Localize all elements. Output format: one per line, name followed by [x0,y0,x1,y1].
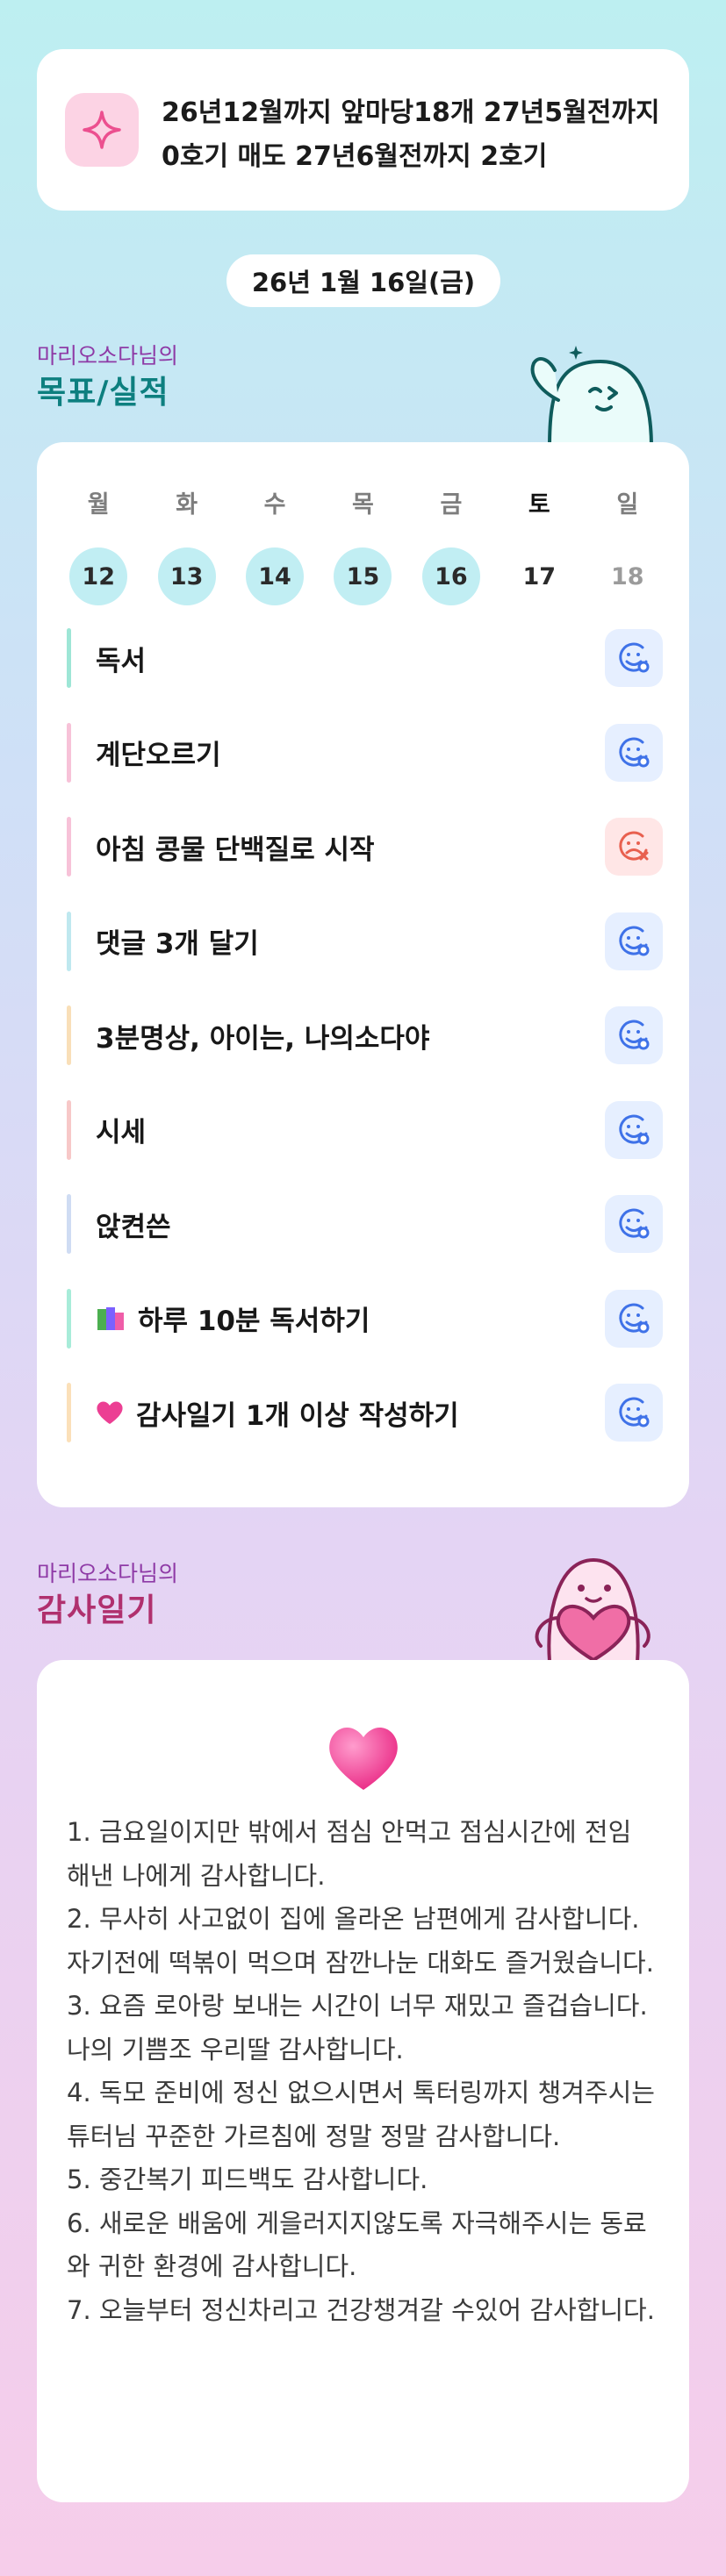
gratitude-line: 3. 요즘 로아랑 보내는 시간이 너무 재밌고 즐겁습니다. 나의 기쁨조 우… [67,1991,648,2064]
task-row[interactable]: 앉켠쓴 [67,1194,663,1254]
task-row[interactable]: 계단오르기 [67,722,663,783]
task-row[interactable]: 아침 콩물 단백질로 시작 [67,817,663,877]
task-row[interactable]: 하루 10분 독서하기 [67,1288,663,1349]
task-color-bar [67,1194,71,1254]
task-row[interactable]: 3분명상, 아이는, 나의소다야 [67,1005,663,1065]
day-tue[interactable]: 화 13 [142,486,230,605]
day-number: 12 [69,547,128,605]
task-row[interactable]: 시세 [67,1099,663,1160]
day-mon[interactable]: 월 12 [54,486,142,605]
smile-status-icon[interactable] [605,1289,663,1348]
task-color-bar [67,1288,71,1349]
heart-icon [96,1399,124,1426]
gratitude-line: 6. 새로운 배움에 게을러지지않도록 자극해주시는 동료와 귀한 환경에 감사… [67,2207,647,2282]
mascot-heart-illustration [523,1551,660,1665]
day-wed[interactable]: 수 14 [231,486,319,605]
task-label: 계단오르기 [96,733,605,772]
date-pill: 26년 1월 16일(금) [226,254,500,307]
task-label: 시세 [96,1110,605,1149]
day-name: 목 [352,491,374,519]
gratitude-line: 2. 무사히 사고없이 집에 올라온 남편에게 감사합니다. 자기전에 떡볶이 … [67,1904,654,1978]
day-name: 토 [528,491,550,519]
books-icon [96,1306,126,1332]
gratitude-section-subtitle: 마리오소다님의 [37,1561,179,1586]
task-text: 계단오르기 [96,740,221,771]
task-text: 하루 10분 독서하기 [138,1306,370,1337]
day-thu[interactable]: 목 15 [319,486,406,605]
task-row[interactable]: 감사일기 1개 이상 작성하기 [67,1383,663,1442]
task-label: 감사일기 1개 이상 작성하기 [96,1393,605,1433]
task-text: 3분명상, 아이는, 나의소다야 [96,1022,430,1055]
day-number: 17 [522,562,557,590]
smile-status-icon[interactable] [605,1006,663,1064]
task-color-bar [67,1005,71,1065]
smile-status-icon[interactable] [605,629,663,687]
day-number: 15 [334,547,392,605]
goal-card: 26년12월까지 앞마당18개 27년5월전까지 0호기 매도 27년6월전까지… [37,49,689,211]
task-text: 시세 [96,1117,147,1148]
day-number: 16 [421,547,480,605]
task-label: 3분명상, 아이는, 나의소다야 [96,1016,605,1055]
smile-status-icon[interactable] [605,1195,663,1253]
mascot-waving-illustration [523,330,655,451]
task-label: 앉켠쓴 [96,1205,605,1244]
week-calendar: 월 12 화 13 수 14 목 15 금 16 토 17 일 18 [54,486,672,605]
task-row[interactable]: 독서 [67,628,663,688]
day-number: 18 [610,562,644,590]
day-name: 일 [616,491,639,519]
task-text: 댓글 3개 달기 [96,928,259,960]
gratitude-line: 4. 독모 준비에 정신 없으시면서 톡터링까지 챙겨주시는 튜터님 꾸준한 가… [67,2078,655,2151]
smile-status-icon[interactable] [605,723,663,782]
day-sun[interactable]: 일 18 [584,486,672,605]
task-color-bar [67,817,71,877]
heart-icon [326,1723,401,1795]
task-text: 독서 [96,645,147,677]
gratitude-card: 1. 금요일이지만 밖에서 점심 안먹고 점심시간에 전임 해낸 나에게 감사합… [37,1660,689,2502]
gratitude-section-title: 감사일기 [37,1592,157,1628]
goals-card: 월 12 화 13 수 14 목 15 금 16 토 17 일 18 독서계단오… [37,442,689,1507]
goal-text: 26년12월까지 앞마당18개 27년5월전까지 0호기 매도 27년6월전까지… [162,97,660,172]
sad-status-icon[interactable] [605,818,663,876]
day-name: 수 [263,491,286,519]
smile-status-icon[interactable] [605,1384,663,1442]
task-label: 하루 10분 독서하기 [96,1299,605,1338]
gratitude-line: 1. 금요일이지만 밖에서 점심 안먹고 점심시간에 전임 해낸 나에게 감사합… [67,1817,632,1891]
smile-status-icon[interactable] [605,1100,663,1159]
task-text: 아침 콩물 단백질로 시작 [96,834,375,866]
gratitude-text: 1. 금요일이지만 밖에서 점심 안먹고 점심시간에 전임 해낸 나에게 감사합… [67,1811,663,2332]
task-color-bar [67,628,71,688]
goals-section-subtitle: 마리오소다님의 [37,343,179,369]
task-row[interactable]: 댓글 3개 달기 [67,911,663,971]
day-fri[interactable]: 금 16 [407,486,495,605]
task-color-bar [67,1383,71,1442]
task-text: 감사일기 1개 이상 작성하기 [136,1399,459,1432]
gratitude-line: 5. 중간복기 피드백도 감사합니다. [67,2165,428,2194]
goals-section-title: 목표/실적 [37,375,169,411]
day-name: 월 [87,491,110,519]
task-text: 앉켠쓴 [96,1211,171,1243]
task-color-bar [67,1099,71,1160]
task-label: 아침 콩물 단백질로 시작 [96,827,605,867]
sparkle-icon [65,93,139,167]
smile-status-icon[interactable] [605,912,663,970]
day-number: 13 [157,547,216,605]
day-number: 14 [246,547,305,605]
task-color-bar [67,722,71,783]
day-name: 화 [176,491,198,519]
day-sat[interactable]: 토 17 [495,486,583,605]
gratitude-line: 7. 오늘부터 정신차리고 건강챙겨갈 수있어 감사합니다. [67,2294,655,2325]
day-name: 금 [440,491,463,519]
task-color-bar [67,911,71,971]
task-label: 독서 [96,639,605,678]
task-label: 댓글 3개 달기 [96,921,605,961]
